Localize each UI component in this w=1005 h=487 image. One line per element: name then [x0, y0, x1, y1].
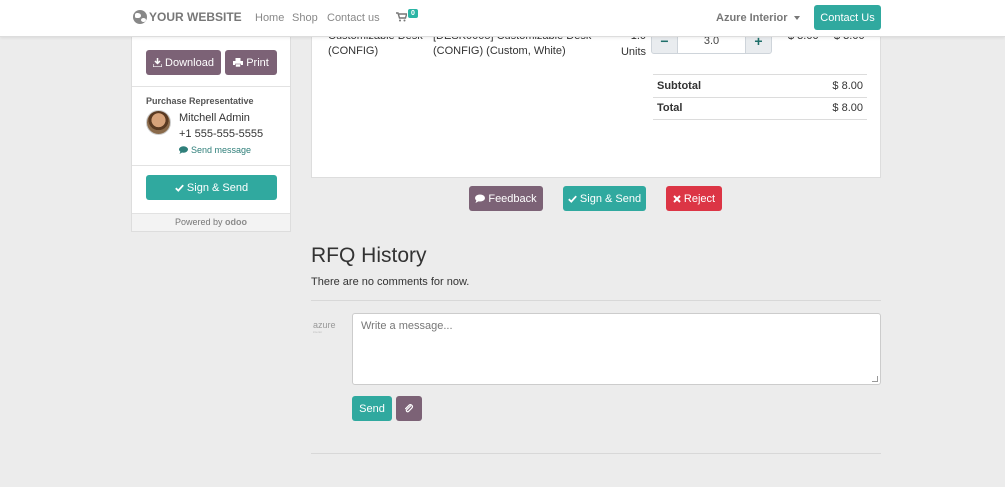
- history-title: RFQ History: [311, 244, 427, 267]
- download-button[interactable]: Download: [146, 50, 221, 75]
- close-icon: [673, 194, 681, 203]
- powered-by-text: Powered by: [174, 217, 223, 227]
- check-icon: [568, 195, 577, 203]
- nav-link-shop[interactable]: Shop: [292, 12, 318, 24]
- send-message-link[interactable]: Send message: [179, 145, 251, 155]
- message-textarea[interactable]: Write a message...: [352, 313, 881, 385]
- site-logo[interactable]: YOUR WEBSITE: [133, 10, 242, 24]
- purchase-rep-title: Purchase Representative: [146, 96, 254, 106]
- company-dropdown[interactable]: Azure Interior: [716, 12, 800, 24]
- odoo-logo: odoo: [225, 217, 248, 227]
- caret-down-icon: [793, 16, 800, 21]
- company-logo-subtext: interior: [313, 330, 323, 334]
- feedback-button[interactable]: Feedback: [469, 186, 543, 211]
- company-logo: azure interior: [313, 320, 340, 334]
- divider: [653, 119, 867, 120]
- sidebar-sign-send-button[interactable]: Sign & Send: [146, 175, 277, 200]
- sign-send-button[interactable]: Sign & Send: [563, 186, 646, 211]
- top-navbar: YOUR WEBSITE Home Shop Contact us 0 Azur…: [0, 0, 1005, 37]
- contact-us-button[interactable]: Contact Us: [814, 5, 881, 30]
- divider: [132, 86, 290, 87]
- total-value: $ 8.00: [832, 102, 863, 114]
- divider: [311, 453, 881, 454]
- cart-icon[interactable]: [396, 12, 408, 25]
- print-label: Print: [246, 56, 269, 69]
- divider: [132, 165, 290, 166]
- check-icon: [175, 184, 184, 192]
- sidebar: Download Print Purchase Representative M…: [131, 37, 291, 232]
- globe-icon: [133, 10, 147, 24]
- attach-button[interactable]: [396, 396, 422, 421]
- paperclip-icon: [405, 403, 413, 412]
- divider: [311, 300, 881, 301]
- history-empty-text: There are no comments for now.: [311, 276, 470, 288]
- send-button[interactable]: Send: [352, 396, 392, 421]
- download-label: Download: [165, 56, 214, 69]
- resize-handle-icon[interactable]: [872, 376, 878, 382]
- comment-icon: [475, 194, 486, 203]
- download-icon: [153, 58, 163, 67]
- rep-name: Mitchell Admin: [179, 112, 250, 124]
- subtotal-label: Subtotal: [657, 80, 701, 92]
- divider: [653, 74, 867, 75]
- rep-phone: +1 555-555-5555: [179, 128, 264, 140]
- nav-link-home[interactable]: Home: [255, 12, 284, 24]
- sign-send-label: Sign & Send: [186, 181, 249, 194]
- reject-button[interactable]: Reject: [666, 186, 722, 211]
- avatar: [146, 110, 171, 135]
- print-icon: [233, 58, 244, 67]
- feedback-label: Feedback: [488, 192, 537, 205]
- cart-count-badge: 0: [408, 9, 418, 18]
- site-logo-text: YOUR WEBSITE: [149, 10, 242, 24]
- message-placeholder: Write a message...: [361, 320, 453, 332]
- divider: [653, 97, 867, 98]
- powered-by-footer[interactable]: Powered by odoo: [132, 213, 290, 231]
- print-button[interactable]: Print: [225, 50, 277, 75]
- reject-label: Reject: [683, 192, 716, 205]
- sign-send-label: Sign & Send: [579, 192, 642, 205]
- total-label: Total: [657, 102, 683, 114]
- subtotal-value: $ 8.00: [832, 80, 863, 92]
- company-name: Azure Interior: [716, 12, 788, 24]
- company-logo-text: azure: [313, 320, 336, 330]
- comment-icon: [179, 146, 188, 154]
- line-unit: Units: [620, 46, 646, 58]
- send-message-label: Send message: [191, 145, 252, 155]
- nav-link-contact[interactable]: Contact us: [327, 12, 380, 24]
